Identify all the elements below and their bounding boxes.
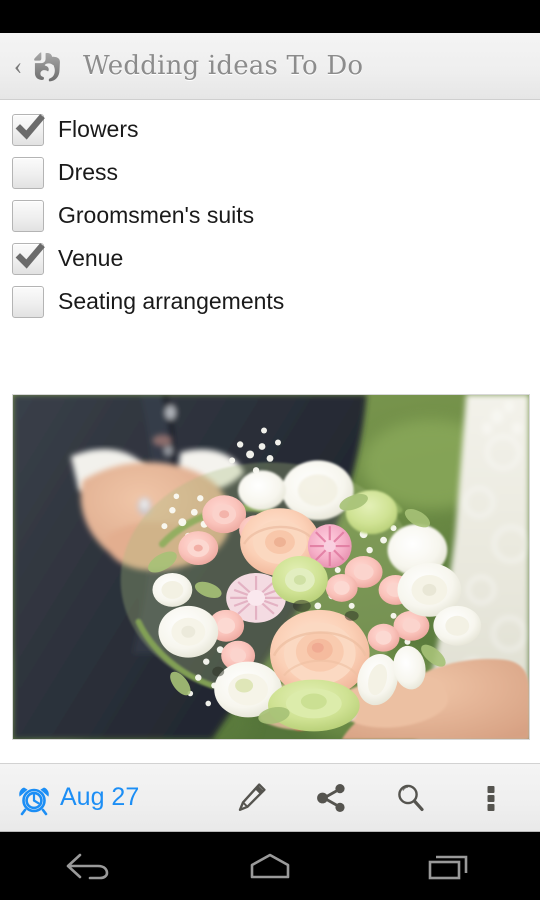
todo-item-groomsmens-suits[interactable]: Groomsmen's suits xyxy=(0,194,540,237)
search-icon xyxy=(394,781,428,815)
checkbox-unchecked-icon[interactable] xyxy=(12,156,44,189)
app-header: ‹ Wedding ideas To Do xyxy=(0,33,540,100)
todo-item-dress[interactable]: Dress xyxy=(0,151,540,194)
todo-item-label: Groomsmen's suits xyxy=(58,202,255,228)
checkbox-unchecked-icon[interactable] xyxy=(12,199,44,232)
search-button[interactable] xyxy=(380,763,442,832)
edit-button[interactable] xyxy=(220,763,282,832)
todo-item-label: Dress xyxy=(58,159,119,185)
android-nav-bar xyxy=(0,832,540,900)
status-bar xyxy=(0,0,540,33)
home-icon xyxy=(242,849,298,883)
checkbox-unchecked-icon[interactable] xyxy=(12,285,44,318)
checkbox-checked-icon[interactable] xyxy=(12,242,45,275)
reminder-button[interactable]: Aug 27 xyxy=(16,780,139,816)
reminder-date-label: Aug 27 xyxy=(60,783,140,811)
todo-list: Flowers Dress Groomsmen's suits Venue Se… xyxy=(0,100,540,323)
back-chevron-icon[interactable]: ‹ xyxy=(8,54,28,79)
share-button[interactable] xyxy=(300,763,362,832)
back-button[interactable] xyxy=(0,832,180,900)
alarm-clock-icon xyxy=(16,780,52,816)
note-body: Flowers Dress Groomsmen's suits Venue Se… xyxy=(0,100,540,763)
pencil-icon xyxy=(234,781,268,815)
overflow-button[interactable] xyxy=(460,763,522,832)
page-title: Wedding ideas To Do xyxy=(83,51,364,81)
back-arrow-icon xyxy=(62,849,118,883)
note-toolbar: Aug 27 xyxy=(0,763,540,832)
todo-item-label: Venue xyxy=(58,245,124,271)
todo-item-seating-arrangements[interactable]: Seating arrangements xyxy=(0,280,540,323)
todo-item-label: Seating arrangements xyxy=(58,288,285,314)
share-icon xyxy=(314,781,348,815)
overflow-menu-icon xyxy=(479,781,503,815)
todo-item-venue[interactable]: Venue xyxy=(0,237,540,280)
recents-icon xyxy=(422,849,478,883)
todo-item-flowers[interactable]: Flowers xyxy=(0,108,540,151)
note-attachment-image[interactable] xyxy=(12,394,530,740)
todo-item-label: Flowers xyxy=(58,116,139,142)
recents-button[interactable] xyxy=(360,832,540,900)
home-button[interactable] xyxy=(180,832,360,900)
evernote-elephant-icon[interactable] xyxy=(28,46,67,86)
checkbox-checked-icon[interactable] xyxy=(12,113,45,146)
